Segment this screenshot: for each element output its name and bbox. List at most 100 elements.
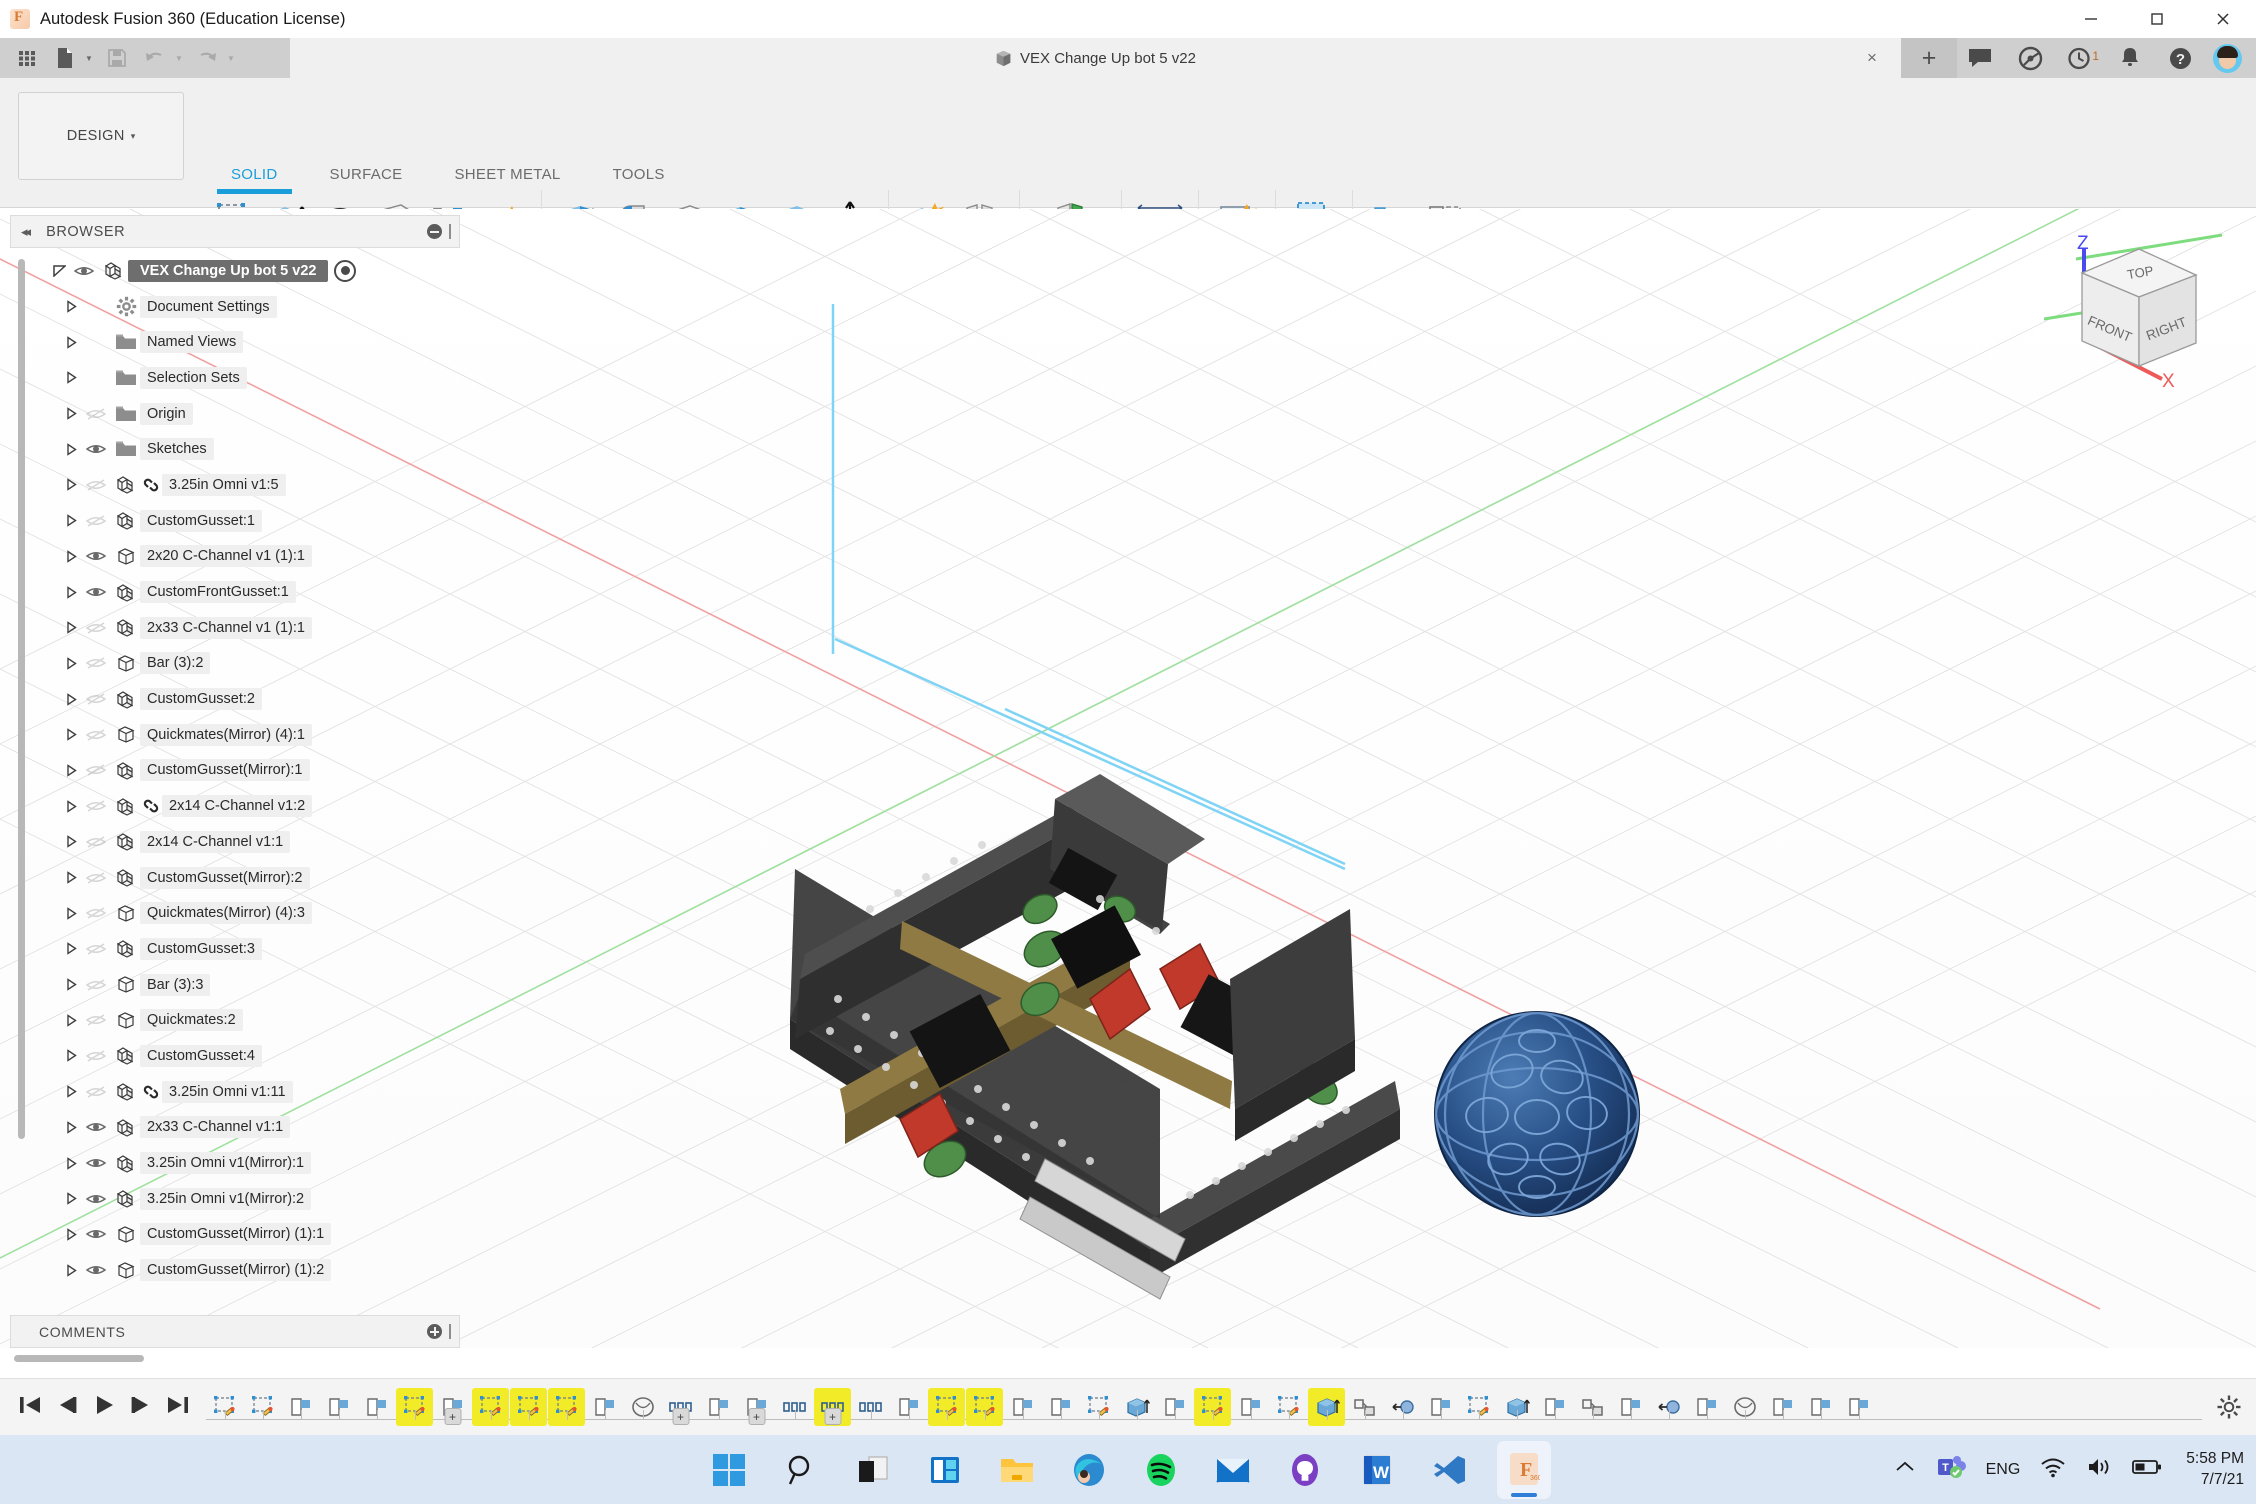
mail-icon[interactable] <box>1209 1446 1257 1494</box>
word-icon[interactable]: W <box>1353 1446 1401 1494</box>
expander-icon[interactable] <box>60 1228 82 1241</box>
timeline-feature[interactable] <box>1726 1388 1763 1426</box>
visibility-eye-off-icon[interactable] <box>82 763 110 777</box>
visibility-eye-icon[interactable] <box>82 1192 110 1206</box>
timeline-feature[interactable] <box>1688 1388 1725 1426</box>
visibility-eye-off-icon[interactable] <box>82 478 110 492</box>
tab-solid[interactable]: SOLID <box>205 166 304 194</box>
expander-icon[interactable] <box>60 585 82 599</box>
game-ball[interactable] <box>1434 1011 1640 1217</box>
visibility-eye-off-icon[interactable] <box>82 835 110 849</box>
activate-component-radio[interactable] <box>334 259 357 282</box>
tree-item-row[interactable]: Bar (3):3 <box>10 967 460 1003</box>
timeline-feature[interactable] <box>1308 1388 1345 1426</box>
visibility-eye-off-icon[interactable] <box>82 906 110 920</box>
document-tab[interactable]: VEX Change Up bot 5 v22 × <box>290 38 1901 78</box>
undo-icon[interactable] <box>138 41 172 75</box>
add-comment-icon[interactable] <box>427 1324 442 1339</box>
spotify-icon[interactable] <box>1137 1446 1185 1494</box>
timeline-feature[interactable] <box>282 1388 319 1426</box>
visibility-eye-icon[interactable] <box>82 1263 110 1277</box>
visibility-eye-off-icon[interactable] <box>82 407 110 421</box>
tree-item-row[interactable]: Selection Sets <box>10 360 460 396</box>
timeline-group-expand-icon[interactable]: + <box>672 1408 689 1425</box>
play-icon[interactable] <box>92 1394 116 1421</box>
expander-icon[interactable] <box>60 799 82 813</box>
comments-icon[interactable] <box>1957 38 2003 78</box>
extension-icon[interactable] <box>2007 38 2053 78</box>
timeline-feature[interactable] <box>1498 1388 1535 1426</box>
step-back-icon[interactable] <box>55 1394 79 1421</box>
expander-icon[interactable] <box>60 1192 82 1206</box>
undo-dropdown-caret[interactable]: ▼ <box>172 54 186 63</box>
expander-icon[interactable] <box>60 906 82 920</box>
tree-item-row[interactable]: Quickmates:2 <box>10 1002 460 1038</box>
user-avatar[interactable] <box>2213 43 2242 73</box>
teams-icon[interactable]: T <box>1936 1454 1966 1485</box>
expander-icon[interactable] <box>60 371 82 385</box>
timeline-feature[interactable] <box>1194 1388 1231 1426</box>
expander-icon[interactable] <box>48 264 70 278</box>
tree-item-row[interactable]: 2x14 C-Channel v1:1 <box>10 824 460 860</box>
wifi-icon[interactable] <box>2040 1456 2066 1483</box>
visibility-eye-off-icon[interactable] <box>82 1085 110 1099</box>
show-data-panel-icon[interactable] <box>10 41 44 75</box>
expander-icon[interactable] <box>60 514 82 527</box>
start-icon[interactable] <box>705 1446 753 1494</box>
widgets-icon[interactable] <box>921 1446 969 1494</box>
expander-icon[interactable] <box>60 1156 82 1170</box>
timeline-feature[interactable] <box>1574 1388 1611 1426</box>
timeline-feature[interactable] <box>586 1388 623 1426</box>
timeline-feature[interactable]: + <box>662 1388 699 1426</box>
task-view-icon[interactable] <box>849 1446 897 1494</box>
help-icon[interactable]: ? <box>2157 38 2203 78</box>
tab-surface[interactable]: SURFACE <box>304 166 429 183</box>
redo-icon[interactable] <box>190 41 224 75</box>
visibility-eye-off-icon[interactable] <box>82 1013 110 1027</box>
timeline-feature[interactable] <box>1156 1388 1193 1426</box>
browser-grip-icon[interactable] <box>449 224 451 239</box>
expander-icon[interactable] <box>60 1013 82 1027</box>
step-forward-icon[interactable] <box>129 1394 153 1421</box>
timeline-feature[interactable] <box>1840 1388 1877 1426</box>
timeline-feature[interactable] <box>320 1388 357 1426</box>
redo-dropdown-caret[interactable]: ▼ <box>224 54 238 63</box>
tree-item-row[interactable]: 3.25in Omni v1(Mirror):1 <box>10 1145 460 1181</box>
tree-item-row[interactable]: CustomGusset:1 <box>10 503 460 539</box>
edge-icon[interactable] <box>1065 1446 1113 1494</box>
timeline-feature[interactable] <box>1346 1388 1383 1426</box>
expander-icon[interactable] <box>60 442 82 456</box>
timeline-feature[interactable] <box>1460 1388 1497 1426</box>
visibility-eye-off-icon[interactable] <box>82 871 110 885</box>
timeline-feature[interactable] <box>890 1388 927 1426</box>
timeline-feature[interactable] <box>1650 1388 1687 1426</box>
go-to-start-icon[interactable] <box>18 1394 42 1421</box>
timeline-feature[interactable] <box>396 1388 433 1426</box>
timeline-feature[interactable] <box>1612 1388 1649 1426</box>
tab-sheet-metal[interactable]: SHEET METAL <box>428 166 586 183</box>
tree-item-row[interactable]: 3.25in Omni v1:5 <box>10 467 460 503</box>
expander-icon[interactable] <box>60 978 82 991</box>
timeline-feature[interactable] <box>1422 1388 1459 1426</box>
timeline-feature[interactable]: + <box>814 1388 851 1426</box>
tree-item-row[interactable]: 3.25in Omni v1(Mirror):2 <box>10 1181 460 1217</box>
timeline-feature[interactable] <box>1118 1388 1155 1426</box>
timeline-feature[interactable] <box>206 1388 243 1426</box>
tree-item-row[interactable]: 3.25in Omni v1:11 <box>10 1074 460 1110</box>
timeline-feature[interactable] <box>700 1388 737 1426</box>
visibility-eye-icon[interactable] <box>70 264 98 278</box>
timeline-feature[interactable] <box>1080 1388 1117 1426</box>
tab-close-icon[interactable]: × <box>1861 48 1883 68</box>
visibility-eye-off-icon[interactable] <box>82 728 110 742</box>
vscode-icon[interactable] <box>1425 1446 1473 1494</box>
volume-icon[interactable] <box>2086 1456 2112 1483</box>
browser-collapse-icon[interactable]: ◂◂ <box>21 224 31 240</box>
timeline-feature[interactable] <box>1802 1388 1839 1426</box>
expander-icon[interactable] <box>60 621 82 635</box>
timeline-group-expand-icon[interactable]: + <box>444 1408 461 1425</box>
tree-item-row[interactable]: Named Views <box>10 324 460 360</box>
maximize-button[interactable] <box>2124 0 2190 38</box>
timeline-feature[interactable] <box>966 1388 1003 1426</box>
new-tab-button[interactable]: + <box>1901 38 1957 78</box>
timeline-group-expand-icon[interactable]: + <box>748 1408 765 1425</box>
